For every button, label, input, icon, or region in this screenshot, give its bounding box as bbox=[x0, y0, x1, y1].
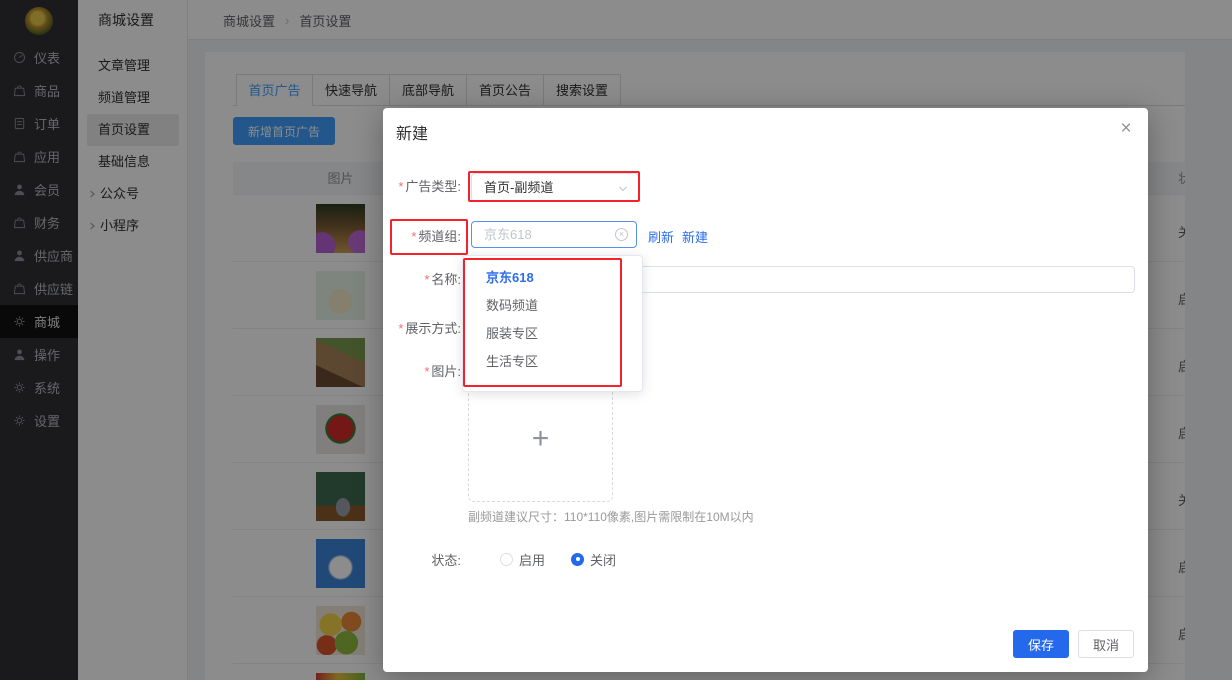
required-mark: * bbox=[398, 321, 403, 336]
cancel-button[interactable]: 取消 bbox=[1078, 630, 1134, 658]
image-upload-box[interactable]: + bbox=[468, 383, 613, 502]
dropdown-option-lifestyle[interactable]: 生活专区 bbox=[463, 348, 642, 376]
channel-group-dropdown: 京东618 数码频道 服装专区 生活专区 bbox=[462, 255, 643, 392]
status-label: 状态: bbox=[383, 552, 461, 570]
create-ad-dialog: 新建 × *广告类型: 首页-副频道 *频道组: 京东618 × 刷新 新建 *… bbox=[383, 108, 1148, 672]
save-button[interactable]: 保存 bbox=[1013, 630, 1069, 658]
radio-enable[interactable] bbox=[500, 553, 513, 566]
chevron-down-icon bbox=[618, 184, 628, 194]
image-label: *图片: bbox=[383, 363, 461, 381]
name-label: *名称: bbox=[383, 271, 461, 289]
display-mode-label: *展示方式: bbox=[383, 320, 461, 338]
create-channel-link[interactable]: 新建 bbox=[682, 227, 708, 246]
status-radio-group: 启用 关闭 bbox=[500, 551, 642, 567]
required-mark: * bbox=[424, 272, 429, 287]
dialog-title: 新建 bbox=[396, 120, 428, 144]
refresh-link[interactable]: 刷新 bbox=[648, 227, 674, 246]
channel-group-input[interactable]: 京东618 × bbox=[471, 221, 637, 248]
ad-type-value: 首页-副频道 bbox=[484, 180, 553, 195]
required-mark: * bbox=[424, 364, 429, 379]
image-size-hint: 副频道建议尺寸：110*110像素,图片需限制在10M以内 bbox=[468, 508, 754, 525]
radio-disable[interactable] bbox=[571, 553, 584, 566]
plus-icon: + bbox=[469, 422, 612, 456]
radio-disable-label: 关闭 bbox=[590, 550, 616, 569]
ad-type-label: *广告类型: bbox=[383, 178, 461, 196]
ad-type-select[interactable]: 首页-副频道 bbox=[471, 173, 639, 202]
dropdown-option-clothing[interactable]: 服装专区 bbox=[463, 320, 642, 348]
radio-enable-label: 启用 bbox=[519, 550, 545, 569]
dropdown-option-digital[interactable]: 数码频道 bbox=[463, 292, 642, 320]
app-window: 仪表 商品 订单 应用 会员 财务 bbox=[0, 0, 1232, 680]
channel-group-placeholder: 京东618 bbox=[484, 227, 532, 242]
dropdown-option-jd618[interactable]: 京东618 bbox=[463, 264, 642, 292]
close-icon[interactable]: × bbox=[1113, 116, 1139, 142]
clear-input-icon[interactable]: × bbox=[615, 228, 628, 241]
channel-group-label: *频道组: bbox=[383, 228, 461, 246]
required-mark: * bbox=[398, 179, 403, 194]
required-mark: * bbox=[411, 229, 416, 244]
